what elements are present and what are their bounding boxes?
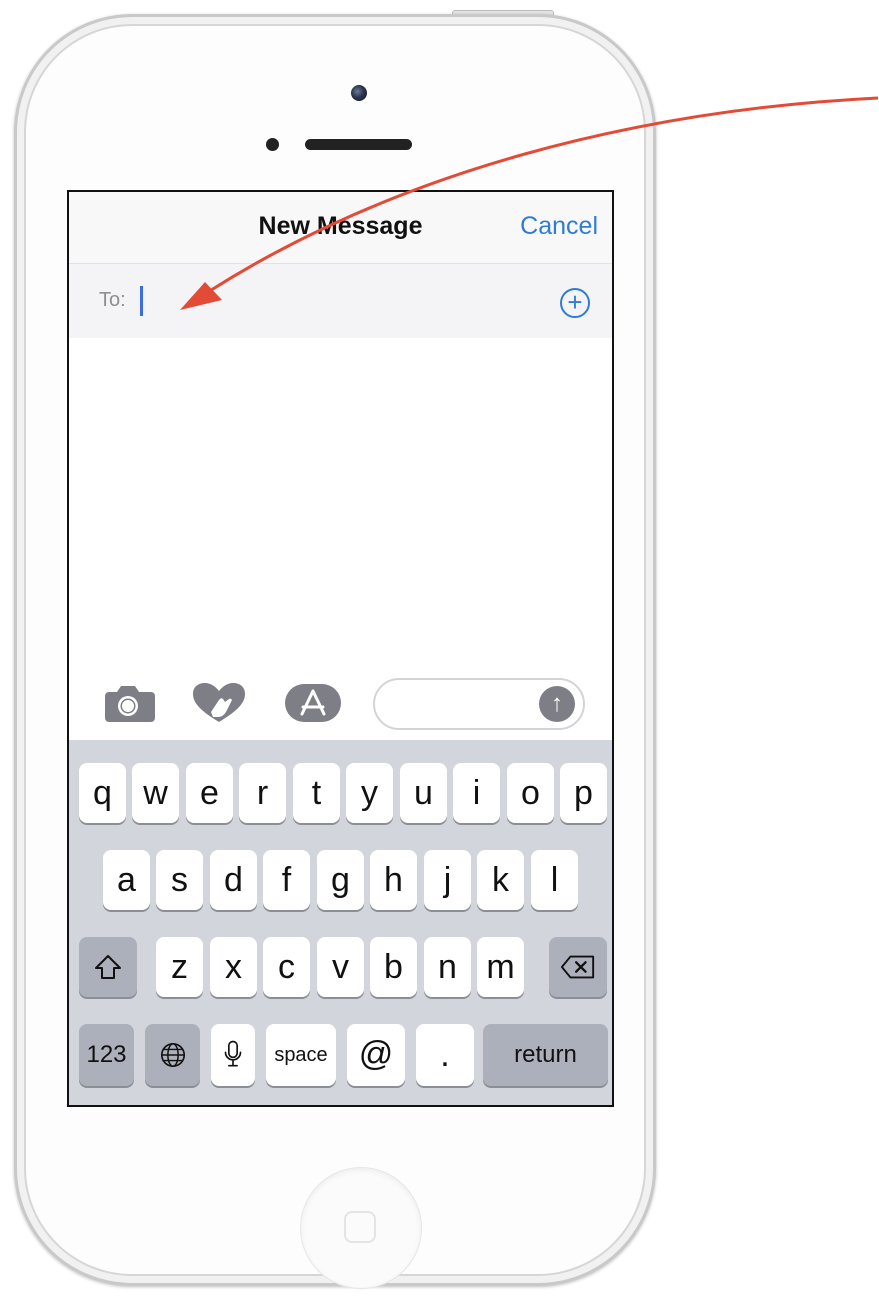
- conversation-area: [69, 338, 612, 668]
- key-s[interactable]: s: [156, 850, 203, 910]
- key-x[interactable]: x: [210, 937, 257, 997]
- key-l[interactable]: l: [531, 850, 578, 910]
- key-u[interactable]: u: [400, 763, 447, 823]
- key-y[interactable]: y: [346, 763, 393, 823]
- digital-touch-heart-icon[interactable]: [189, 682, 249, 724]
- dictation-key[interactable]: [211, 1024, 255, 1086]
- period-key[interactable]: .: [416, 1024, 474, 1086]
- key-j[interactable]: j: [424, 850, 471, 910]
- app-store-icon[interactable]: [283, 682, 343, 724]
- key-c[interactable]: c: [263, 937, 310, 997]
- home-button[interactable]: [300, 1167, 422, 1289]
- globe-icon: [160, 1042, 185, 1068]
- send-button[interactable]: ↑: [539, 686, 575, 722]
- to-label: To:: [99, 289, 126, 311]
- key-o[interactable]: o: [507, 763, 554, 823]
- key-m[interactable]: m: [477, 937, 524, 997]
- backspace-icon: [560, 955, 595, 979]
- space-key[interactable]: space: [266, 1024, 336, 1086]
- text-cursor: [140, 286, 143, 316]
- key-p[interactable]: p: [560, 763, 607, 823]
- key-g[interactable]: g: [317, 850, 364, 910]
- delete-key[interactable]: [549, 937, 607, 997]
- add-contact-button[interactable]: +: [560, 288, 590, 318]
- compose-bar: ↑: [69, 668, 612, 740]
- key-w[interactable]: w: [132, 763, 179, 823]
- microphone-icon: [224, 1040, 242, 1067]
- shift-arrow-icon: [95, 955, 121, 979]
- key-r[interactable]: r: [239, 763, 286, 823]
- numbers-key[interactable]: 123: [79, 1024, 134, 1086]
- screen: New Message Cancel To: + ↑ q w e r t y u…: [67, 190, 614, 1107]
- shift-key[interactable]: [79, 937, 137, 997]
- key-f[interactable]: f: [263, 850, 310, 910]
- key-b[interactable]: b: [370, 937, 417, 997]
- return-key[interactable]: return: [483, 1024, 608, 1086]
- key-i[interactable]: i: [453, 763, 500, 823]
- proximity-sensor: [266, 138, 279, 151]
- front-camera: [351, 85, 367, 101]
- key-a[interactable]: a: [103, 850, 150, 910]
- message-input[interactable]: ↑: [373, 678, 585, 730]
- key-d[interactable]: d: [210, 850, 257, 910]
- recipient-field[interactable]: To: +: [69, 264, 612, 338]
- cancel-button[interactable]: Cancel: [520, 212, 598, 241]
- key-v[interactable]: v: [317, 937, 364, 997]
- camera-icon[interactable]: [101, 682, 155, 724]
- key-k[interactable]: k: [477, 850, 524, 910]
- keyboard: q w e r t y u i o p a s d f g h j k l z …: [69, 740, 612, 1105]
- key-q[interactable]: q: [79, 763, 126, 823]
- globe-key[interactable]: [145, 1024, 200, 1086]
- key-n[interactable]: n: [424, 937, 471, 997]
- nav-bar: New Message Cancel: [69, 192, 612, 264]
- key-z[interactable]: z: [156, 937, 203, 997]
- at-key[interactable]: @: [347, 1024, 405, 1086]
- key-t[interactable]: t: [293, 763, 340, 823]
- home-button-square-icon: [344, 1211, 376, 1243]
- earpiece-speaker: [305, 139, 412, 150]
- key-h[interactable]: h: [370, 850, 417, 910]
- key-e[interactable]: e: [186, 763, 233, 823]
